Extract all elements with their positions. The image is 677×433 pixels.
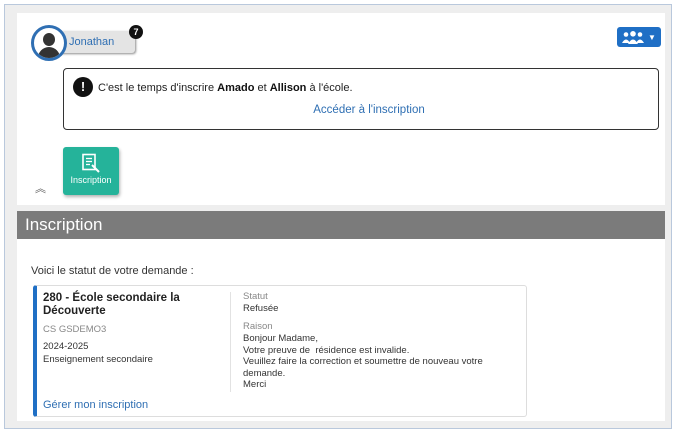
registration-access-link[interactable]: Accéder à l'inscription — [313, 104, 425, 116]
dashboard-panel: Jonathan 7 ▼ ! C'est le temps d'inscrire… — [17, 13, 665, 205]
reason-label: Raison — [243, 321, 273, 332]
request-card: 280 - École secondaire la Découverte CS … — [33, 285, 527, 417]
info-icon: ! — [73, 77, 93, 97]
section-title: Inscription — [17, 211, 665, 239]
child-name: Amado — [217, 82, 255, 94]
family-switcher-button[interactable]: ▼ — [617, 27, 661, 47]
collapse-icon[interactable]: ︽ — [35, 184, 46, 195]
registration-notice: ! C'est le temps d'inscrire Amado et All… — [63, 68, 659, 130]
avatar-icon[interactable] — [31, 25, 67, 61]
family-group-icon — [622, 30, 645, 44]
registration-form-icon — [82, 153, 100, 173]
manage-registration-link[interactable]: Gérer mon inscription — [43, 399, 148, 411]
status-intro: Voici le statut de votre demande : — [31, 265, 194, 277]
user-name[interactable]: Jonathan — [57, 31, 135, 53]
school-name: 280 - École secondaire la Découverte — [43, 292, 180, 317]
status-label: Statut — [243, 291, 268, 302]
app-frame: Jonathan 7 ▼ ! C'est le temps d'inscrire… — [4, 4, 672, 429]
tile-label: Inscription — [70, 175, 112, 185]
child-name: Allison — [269, 82, 307, 94]
inscription-tile[interactable]: Inscription — [63, 147, 119, 195]
inscription-section: Voici le statut de votre demande : 280 -… — [17, 239, 665, 421]
school-code: CS GSDEMO3 — [43, 324, 107, 335]
school-level: Enseignement secondaire — [43, 354, 153, 365]
caret-down-icon: ▼ — [648, 32, 656, 42]
reason-text: Bonjour Madame, Votre preuve de résidenc… — [243, 333, 483, 390]
status-value: Refusée — [243, 303, 279, 314]
school-year: 2024-2025 — [43, 341, 89, 352]
card-divider — [230, 292, 231, 392]
notification-badge[interactable]: 7 — [129, 25, 143, 39]
notice-text: C'est le temps d'inscrire Amado et Allis… — [98, 82, 353, 94]
